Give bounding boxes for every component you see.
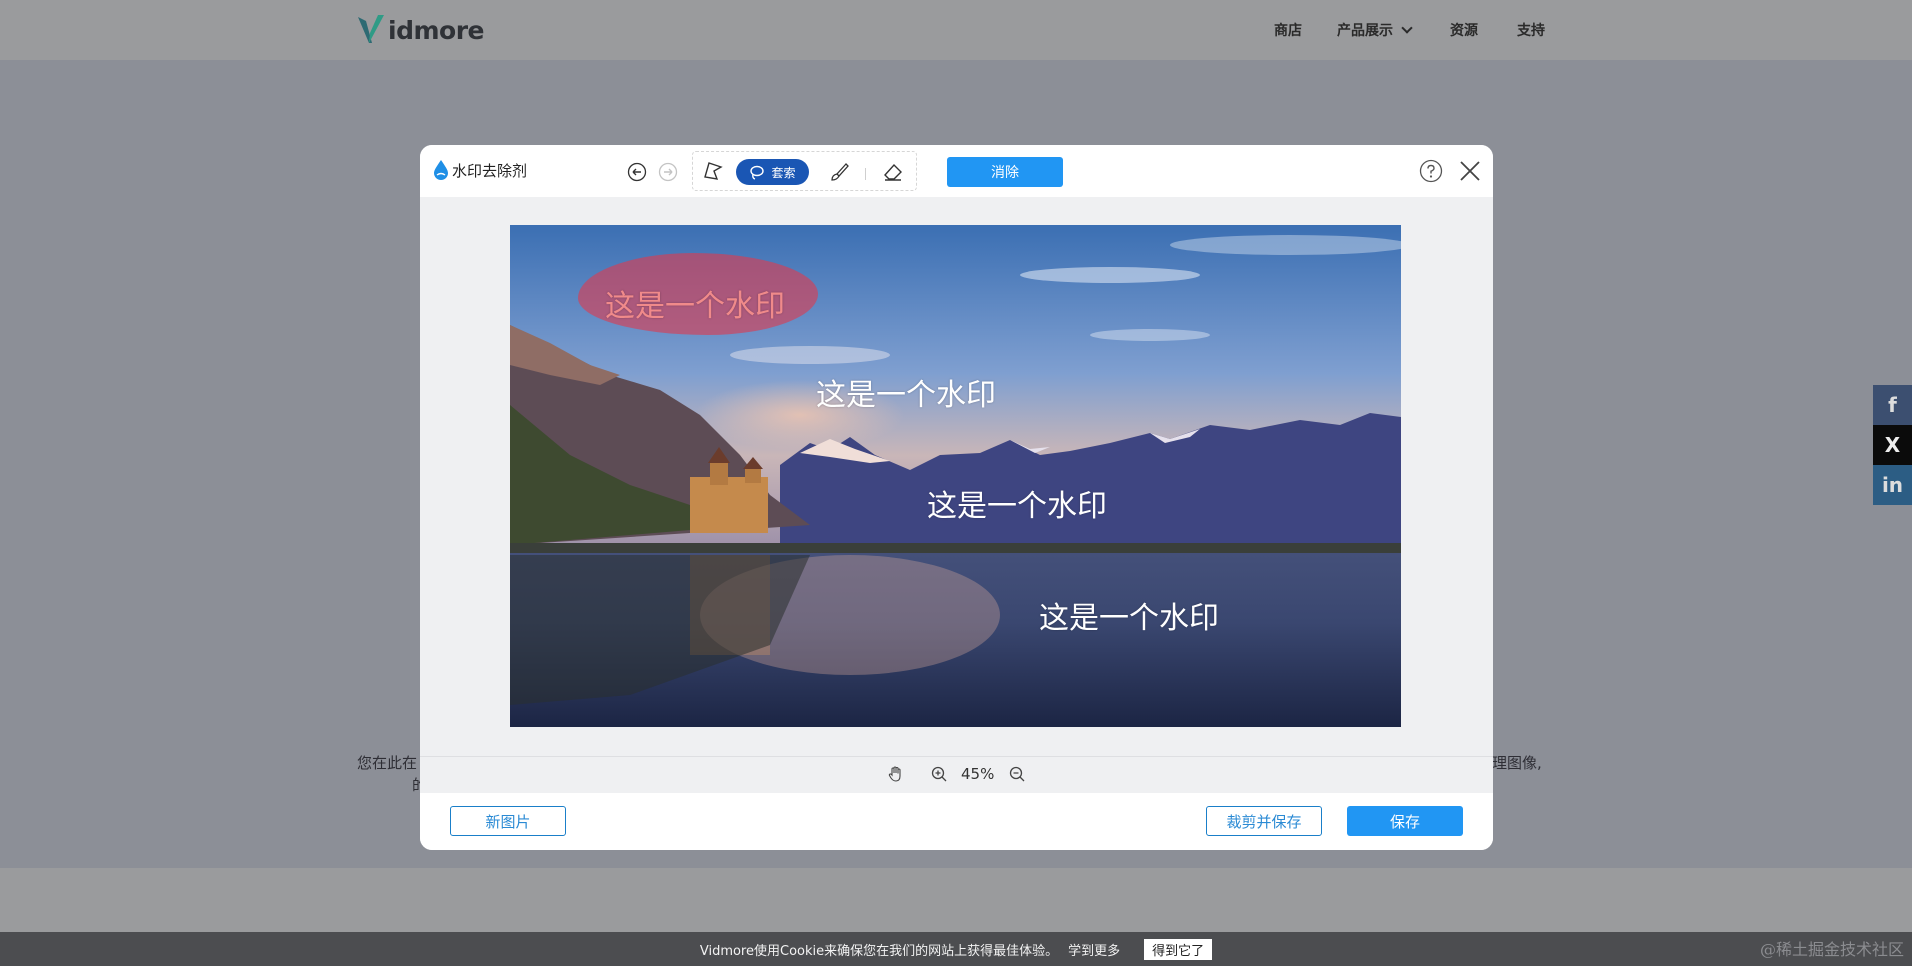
dialog-footer: 新图片 裁剪并保存 保存 — [420, 793, 1493, 850]
main-nav: 商店 产品展示 资源 支持 — [1274, 20, 1545, 40]
watermark-remover-dialog: 水印去除剂 套索 消除 这是一个水印 这是一个水印 这是一个水印 这是一个水印 … — [420, 145, 1493, 850]
dialog-toolbar: 水印去除剂 套索 消除 — [420, 145, 1493, 197]
watermark-text-selected: 这是一个水印 — [605, 289, 785, 324]
polygon-lasso-icon[interactable] — [701, 159, 725, 183]
nav-products-label: 产品展示 — [1337, 23, 1393, 39]
new-image-button[interactable]: 新图片 — [450, 806, 566, 836]
zoom-level: 45% — [961, 765, 995, 783]
facebook-icon[interactable]: f — [1873, 385, 1912, 425]
image-canvas[interactable]: 这是一个水印 这是一个水印 这是一个水印 这是一个水印 — [510, 225, 1401, 727]
linkedin-icon[interactable]: in — [1873, 465, 1912, 505]
toolbar-divider — [865, 168, 866, 180]
watermark-text: 这是一个水印 — [816, 378, 996, 413]
nav-resources[interactable]: 资源 — [1450, 20, 1478, 40]
site-header: idmore 商店 产品展示 资源 支持 — [0, 0, 1912, 60]
help-icon[interactable] — [1419, 159, 1443, 183]
cookie-accept-button[interactable]: 得到它了 — [1144, 938, 1213, 960]
nav-support[interactable]: 支持 — [1517, 20, 1545, 40]
selection-tools: 套索 — [692, 151, 917, 191]
zoom-bar: 45% — [420, 756, 1493, 793]
logo-v-icon — [358, 15, 384, 43]
page-lower-band — [0, 868, 1912, 932]
lasso-tool-label: 套索 — [771, 165, 796, 180]
dialog-title-wrap: 水印去除剂 — [432, 159, 527, 181]
watermark-text: 这是一个水印 — [1039, 601, 1219, 636]
social-share-bar: f X in — [1873, 385, 1912, 505]
background-text: 您在此在 — [357, 754, 418, 772]
remove-button[interactable]: 消除 — [947, 157, 1063, 187]
water-drop-icon — [434, 160, 448, 180]
zoom-out-icon[interactable] — [1008, 765, 1026, 783]
brush-icon[interactable] — [827, 160, 851, 184]
corner-watermark: @稀土掘金技术社区 — [1759, 940, 1904, 959]
lasso-icon — [750, 165, 765, 180]
crop-and-save-button[interactable]: 裁剪并保存 — [1206, 806, 1322, 836]
lasso-tool-button[interactable]: 套索 — [736, 159, 809, 185]
dialog-title: 水印去除剂 — [452, 161, 528, 180]
redo-icon[interactable] — [658, 162, 678, 182]
x-twitter-icon[interactable]: X — [1873, 425, 1912, 465]
watermark-text: 这是一个水印 — [927, 489, 1107, 524]
zoom-in-icon[interactable] — [930, 765, 948, 783]
vidmore-logo[interactable]: idmore — [356, 12, 484, 48]
cookie-banner: Vidmore使用Cookie来确保您在我们的网站上获得最佳体验。 学到更多 得… — [0, 932, 1912, 966]
undo-icon[interactable] — [627, 162, 647, 182]
hand-icon[interactable] — [887, 765, 905, 783]
logo-text: idmore — [388, 15, 484, 45]
background-text: 理图像, — [1492, 754, 1542, 772]
image-workspace: 这是一个水印 这是一个水印 这是一个水印 这是一个水印 — [420, 197, 1493, 756]
cookie-text: Vidmore使用Cookie来确保您在我们的网站上获得最佳体验。 — [699, 943, 1059, 959]
eraser-icon[interactable] — [881, 160, 905, 184]
save-button[interactable]: 保存 — [1347, 806, 1463, 836]
chevron-down-icon — [1401, 21, 1413, 34]
close-icon[interactable] — [1458, 159, 1482, 183]
cookie-learn-more-link[interactable]: 学到更多 — [1068, 940, 1120, 959]
nav-products[interactable]: 产品展示 — [1337, 20, 1413, 40]
nav-store[interactable]: 商店 — [1274, 20, 1302, 40]
